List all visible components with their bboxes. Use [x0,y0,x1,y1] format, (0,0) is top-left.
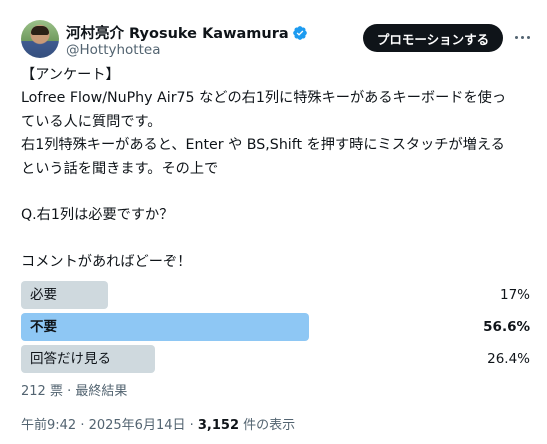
tweet-line [21,181,536,204]
poll-bar [21,313,309,341]
tweet-line: 【アンケート】 [21,67,120,83]
more-options-icon[interactable] [512,28,532,46]
poll-option-percent: 56.6% [483,319,530,335]
tweet-text: 【アンケート】 Lofree Flow/NuPhy Air75 などの右1列に特… [21,64,536,275]
tweet-line: Q.右1列は必要ですか？ [21,207,174,224]
poll-option-label: 不要 [30,319,57,335]
poll-option-percent: 26.4% [487,351,530,367]
avatar-hair [31,26,49,35]
author-avatar[interactable] [21,20,59,58]
view-suffix: 件の表示 [239,418,296,433]
poll-option-label: 必要 [30,287,57,303]
poll: 必要 17% 不要 56.6% 回答だけ見る 26.4% [21,281,532,377]
poll-option: 必要 17% [21,281,532,309]
poll-option-label: 回答だけ見る [30,351,111,367]
verified-badge-icon [292,26,307,40]
view-count: 3,152 [197,418,240,433]
tweet-line: という話を聞きます。その上で [21,160,219,177]
author-handle[interactable]: @Hottyhottea [66,42,160,58]
timestamp-text: 午前9:42 · 2025年6月14日 · [21,418,198,433]
poll-option-percent: 17% [499,287,530,303]
author-display-name[interactable]: 河村亮介 Ryosuke Kawamura [66,22,308,43]
author-name-text: 河村亮介 Ryosuke Kawamura [66,26,289,42]
poll-option: 不要 56.6% [21,313,532,341]
tweet-timestamp[interactable]: 午前9:42 · 2025年6月14日 · 3,152 件の表示 [21,414,295,433]
tweet-line: Lofree Flow/NuPhy Air75 などの右1列に特殊キーがあるキー… [21,90,507,107]
poll-option: 回答だけ見る 26.4% [21,345,532,373]
tweet-line: コメントがあればどーぞ！ [21,254,192,271]
tweet-line: ている人に質問です。 [21,113,162,130]
tweet-line [21,228,536,251]
poll-meta: 212 票 · 最終結果 [21,384,128,399]
promote-button[interactable]: プロモーションする [363,24,503,52]
tweet-line: 右1列特殊キーがあると、Enter や BS,Shift を押す時にミスタッチが… [21,137,505,154]
